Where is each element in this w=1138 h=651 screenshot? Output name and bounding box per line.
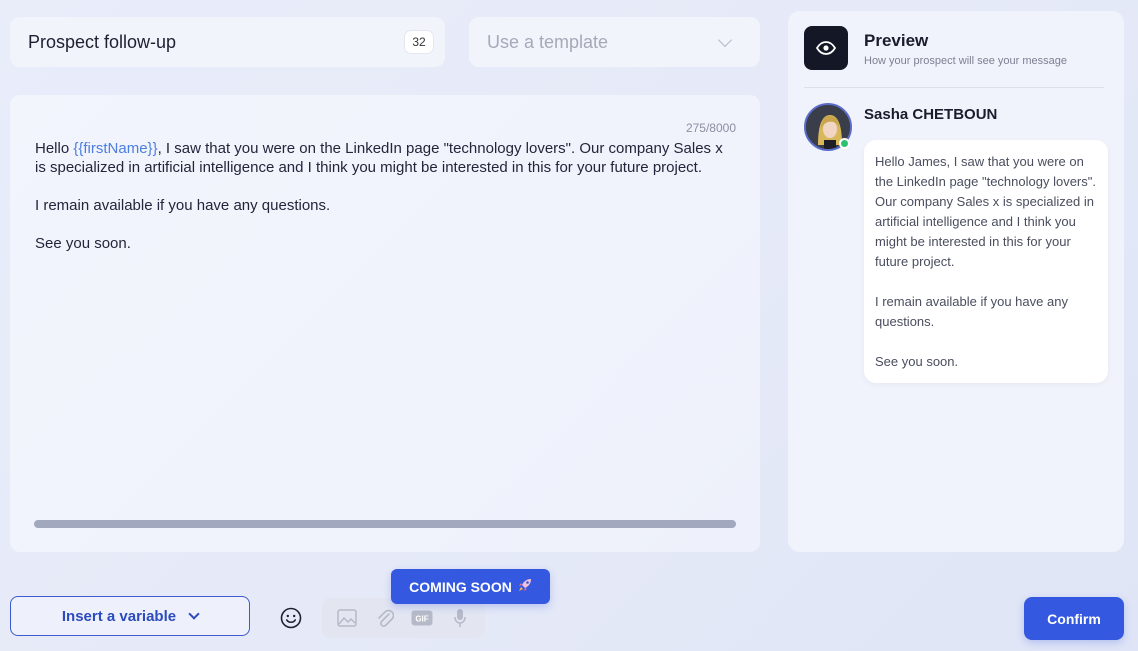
preview-title: Preview <box>864 31 929 50</box>
chevron-down-icon <box>717 32 733 47</box>
message-preview-bubble: Hello James, I saw that you were on the … <box>864 140 1108 383</box>
preview-paragraph: See you soon. <box>875 354 959 369</box>
eye-icon <box>816 41 836 55</box>
message-title-value: Prospect follow-up <box>28 31 177 52</box>
message-paragraph: See you soon. <box>35 235 131 252</box>
template-select[interactable]: Use a template <box>469 17 760 67</box>
coming-soon-label: COMING SOON <box>409 578 512 595</box>
preview-paragraph: Hello James, I saw that you were on the … <box>875 154 1096 269</box>
confirm-button[interactable]: Confirm <box>1024 597 1124 640</box>
image-icon <box>335 606 359 630</box>
chevron-down-icon <box>188 608 200 620</box>
greeting-text: Hello <box>35 140 74 157</box>
svg-text:GIF: GIF <box>416 615 429 624</box>
media-attachments-group: GIF <box>322 598 485 638</box>
title-char-badge: 32 <box>405 31 433 53</box>
attachment-icon <box>373 606 397 630</box>
gif-icon: GIF <box>410 606 434 630</box>
horizontal-scrollbar[interactable] <box>34 520 736 528</box>
rocket-icon <box>518 578 532 595</box>
preview-icon-tile <box>804 26 848 70</box>
insert-variable-button[interactable]: Insert a variable <box>10 596 250 636</box>
message-title-input[interactable]: Prospect follow-up 32 <box>10 17 445 67</box>
emoji-icon[interactable] <box>280 607 302 629</box>
preview-subtitle: How your prospect will see your message <box>864 55 1067 67</box>
message-editor[interactable]: 275/8000 Hello {{firstName}}, I saw that… <box>10 95 760 552</box>
divider <box>804 87 1104 88</box>
variable-token[interactable]: {{firstName}} <box>73 140 157 157</box>
template-placeholder: Use a template <box>487 31 609 52</box>
message-text[interactable]: Hello {{firstName}}, I saw that you were… <box>35 139 735 272</box>
message-paragraph: Hello {{firstName}}, I saw that you were… <box>35 139 735 177</box>
coming-soon-badge: COMING SOON <box>391 569 550 604</box>
char-counter: 275/8000 <box>685 121 736 135</box>
message-paragraph: I remain available if you have any quest… <box>35 197 331 214</box>
sender-name: Sasha CHETBOUN <box>864 106 998 123</box>
preview-paragraph: I remain available if you have any quest… <box>875 294 1068 329</box>
online-status-dot <box>839 138 850 149</box>
preview-panel: Preview How your prospect will see your … <box>788 11 1124 552</box>
microphone-icon <box>448 606 472 630</box>
insert-variable-label: Insert a variable <box>61 607 177 625</box>
